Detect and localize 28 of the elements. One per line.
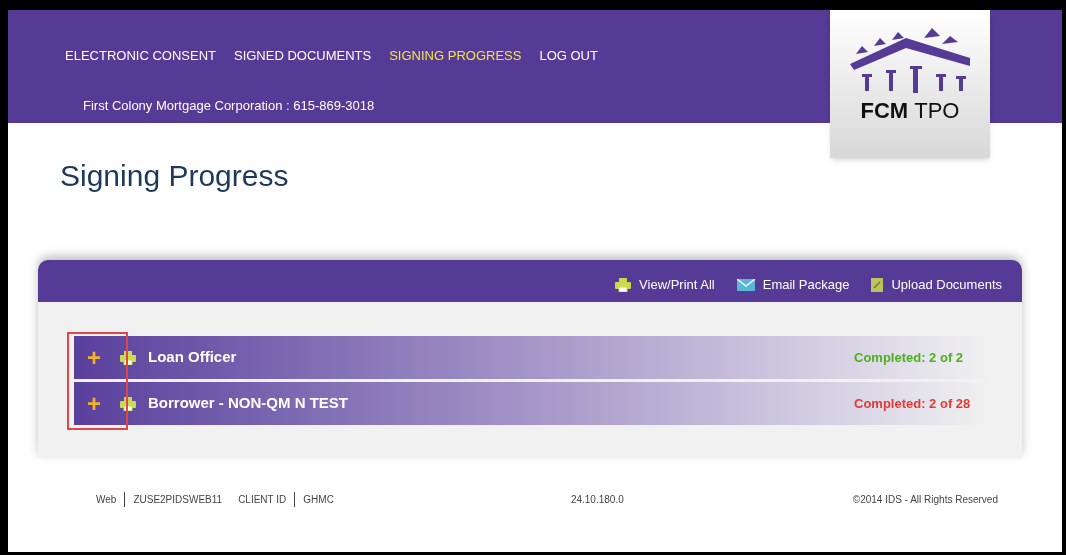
version-text: 24.10.180.0 (570, 493, 624, 507)
nav-link[interactable]: ELECTRONIC CONSENT (65, 46, 216, 66)
page-title: Signing Progress (60, 161, 289, 191)
footer-text: ZUSE2PIDSWEB11 (132, 493, 224, 507)
completion-status: Completed: 2 of 2 (854, 348, 965, 367)
expand-toggle[interactable]: + (74, 345, 114, 370)
printer-icon (615, 278, 632, 292)
document-icon (871, 278, 884, 292)
printer-icon (120, 396, 136, 411)
action-link[interactable]: Email Package (736, 275, 850, 295)
copyright-text: ©2014 IDS - All Rights Reserved (852, 493, 998, 507)
expand-toggle[interactable]: + (74, 391, 114, 416)
nav-link[interactable]: SIGNED DOCUMENTS (233, 46, 372, 66)
action-link[interactable]: Upload Documents (871, 275, 1002, 295)
logo-text: FCM (860, 100, 909, 122)
action-link[interactable]: View/Print All (615, 275, 715, 295)
envelope-icon (736, 279, 755, 291)
signer-name: Borrower - NON-QM N TEST (148, 393, 348, 414)
completion-status: Completed: 2 of 28 (854, 394, 972, 413)
signer-name: Loan Officer (148, 347, 237, 368)
nav-link[interactable]: SIGNING PROGRESS (389, 46, 522, 66)
footer-text: GHMC (302, 493, 335, 507)
footer-text: Web (88, 492, 126, 507)
footer-text: CLIENT ID (230, 492, 296, 507)
company-contact: First Colony Mortgage Corporation : 615-869-3018 (83, 96, 375, 115)
printer-icon (120, 350, 136, 365)
nav-link[interactable]: LOG OUT (539, 46, 598, 66)
logo-text: TPO (914, 100, 960, 122)
